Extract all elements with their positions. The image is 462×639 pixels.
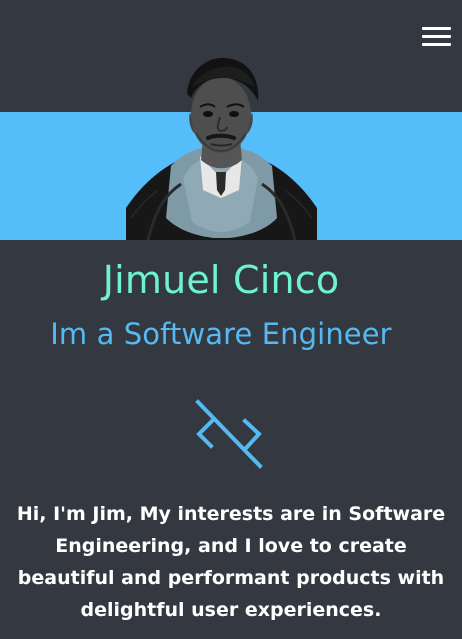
hamburger-line [422, 35, 451, 38]
profile-photo-image [126, 57, 317, 240]
profile-photo [126, 48, 317, 240]
profile-name: Jimuel Cinco [102, 258, 340, 302]
hamburger-menu-button[interactable] [419, 25, 453, 49]
profile-bio: Hi, I'm Jim, My interests are in Softwar… [16, 503, 446, 621]
hero-section [0, 0, 462, 240]
profile-role: Im a Software Engineer [50, 317, 392, 351]
code-brackets-icon [194, 398, 264, 470]
hamburger-line [422, 43, 451, 46]
hamburger-line [422, 27, 451, 30]
